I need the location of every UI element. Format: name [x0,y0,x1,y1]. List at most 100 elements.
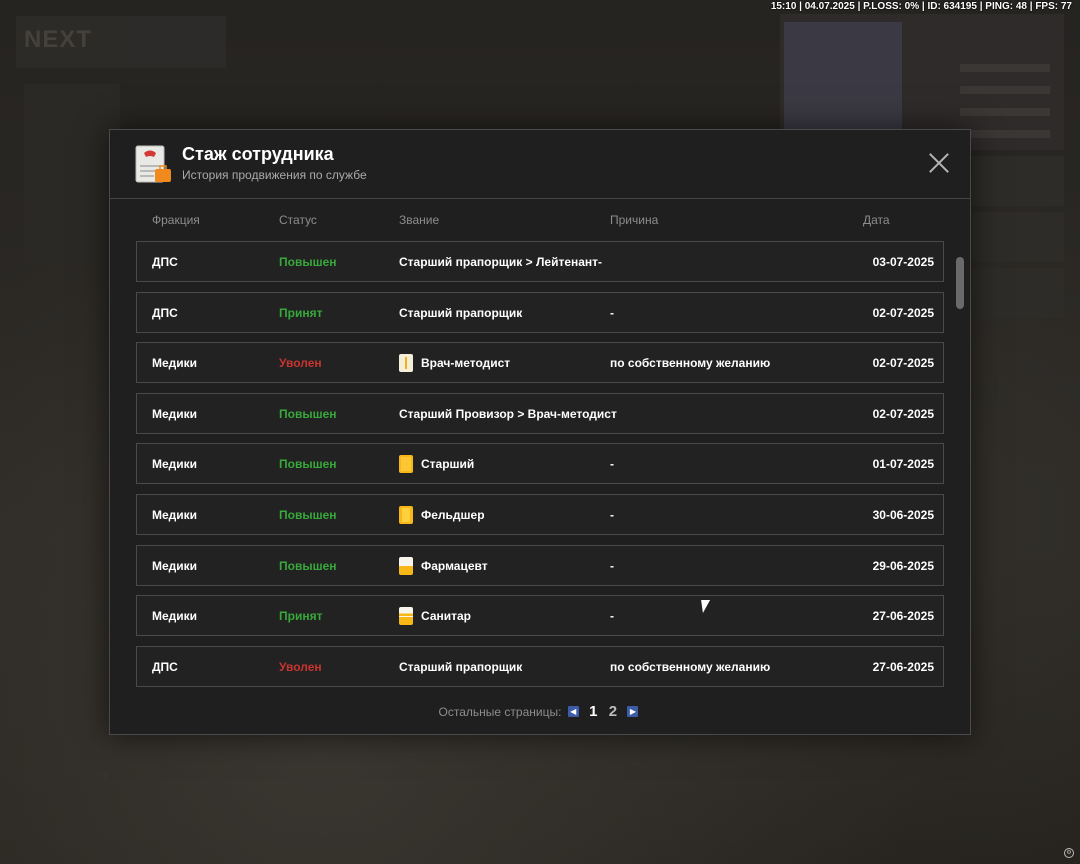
table-row[interactable]: ДПС Уволен Старший прапорщик по собственном… [136,645,944,687]
hud-portrait [784,22,902,142]
hud-panel [972,212,1064,262]
row-reason: - [610,508,614,522]
row-date: 27-06-2025 [872,609,934,624]
row-status: Уволен [279,356,322,371]
service-history-modal: Стаж сотрудника История продвижения по с… [109,129,971,735]
settings-gear-icon[interactable]: ⚙ [1064,848,1074,858]
row-rank: Старший прапорщик [399,658,522,676]
orderly-rank-icon [399,607,413,626]
row-rank: Старший Провизор > Врач-методист [399,405,617,423]
column-header-rank: Звание [399,213,440,227]
hud-panel [972,156,1064,206]
table-row[interactable]: Медики Повышен Старший - 01-07-2025 [136,443,944,485]
row-rank: Фармацевт [399,556,488,575]
hud-stat-bar [960,108,1050,116]
row-rank-text: Санитар [421,609,471,624]
row-status: Повышен [279,457,337,472]
server-logo: NEXT [16,16,226,68]
row-reason: - [610,609,614,624]
senior-rank-icon [399,455,413,474]
pagination: Остальные страницы: ◀ 1 2 ▶ [110,703,970,721]
table-row[interactable]: Медики Повышен Фельдшер - 30-06-2025 [136,494,944,535]
close-icon[interactable] [928,152,950,174]
table-row[interactable]: Медики Повышен Фармацевт - 29-06-2025 [136,544,944,586]
column-header-faction: Фракция [152,213,200,227]
history-table[interactable]: ДПС Повышен Старший прапорщик > Лейтенант-… [136,241,944,687]
hud-stat-bar [960,130,1050,138]
modal-title: Стаж сотрудника [182,144,334,164]
column-header-reason: Причина [610,213,659,227]
row-date: 01-07-2025 [872,457,934,472]
row-rank-text: Фельдшер [421,508,485,522]
pharmacist-rank-icon [399,556,413,575]
column-header-status: Статус [279,213,317,227]
table-header: Фракция Статус Звание Причина Дата [136,213,944,229]
chat-panel [24,84,120,264]
row-status: Повышен [279,406,337,421]
next-page-icon[interactable]: ▶ [627,706,639,717]
hud-stat-bar [960,86,1050,94]
table-row[interactable]: ДПС Принят Старший прапорщик - 02-07-2025 [136,291,944,333]
row-date: 27-06-2025 [872,659,934,674]
row-rank: Санитар [399,607,471,626]
status-line: 15:10 | 04.07.2025 | P.LOSS: 0% | ID: 63… [770,1,1072,12]
row-rank-text: Старший Провизор > Врач-методист [399,406,617,421]
row-reason: - [610,558,614,573]
prev-page-icon[interactable]: ◀ [567,706,579,717]
column-header-date: Дата [863,213,890,227]
row-status: Повышен [279,558,337,573]
row-date: 29-06-2025 [872,558,934,573]
row-faction: Медики [152,558,198,573]
row-rank: Старший [399,455,475,474]
feldsher-rank-icon [399,506,413,524]
doctor-rank-icon [399,354,413,373]
logo-mark: NEXT [24,26,93,53]
table-row[interactable]: Медики Уволен Врач-методист по собственному… [136,342,944,384]
row-rank: Старший прапорщик > Лейтенант- [399,253,602,271]
row-rank: Старший прапорщик [399,304,522,322]
row-status: Принят [279,609,323,624]
row-rank-text: Фармацевт [421,558,488,573]
page-number-current[interactable]: 1 [589,703,597,720]
pagination-label: Остальные страницы: [438,704,562,719]
page-number[interactable]: 2 [609,703,617,720]
hud-stat-bar [960,64,1050,72]
row-faction: Медики [152,406,198,421]
table-scrollbar[interactable] [956,257,964,309]
row-faction: Медики [152,457,198,472]
row-faction: Медики [152,356,198,371]
row-faction: Медики [152,508,198,522]
row-date: 02-07-2025 [872,356,934,371]
row-date: 30-06-2025 [872,508,934,522]
modal-header: Стаж сотрудника История продвижения по с… [110,130,970,199]
table-row[interactable]: Медики Повышен Старший Провизор > Врач-мет… [136,392,944,434]
row-faction: Медики [152,609,198,624]
row-faction: ДПС [152,659,178,674]
row-status: Повышен [279,508,337,522]
row-date: 02-07-2025 [872,406,934,421]
table-row[interactable]: Медики Принят Санитар - 27-06-2025 [136,595,944,637]
row-status: Принят [279,305,323,320]
row-faction: ДПС [152,255,178,269]
row-rank: Врач-методист [399,354,511,373]
row-date: 02-07-2025 [872,305,934,320]
row-rank-text: Старший прапорщик > Лейтенант- [399,255,603,269]
row-date: 03-07-2025 [872,255,934,269]
modal-subtitle: История продвижения по службе [182,168,367,182]
row-rank-text: Старший [421,457,475,472]
row-rank-text: Старший прапорщик [399,659,523,674]
row-reason: - [610,457,614,472]
row-status: Повышен [279,255,337,269]
row-status: Уволен [279,659,322,674]
row-rank-text: Врач-методист [421,356,511,371]
row-faction: ДПС [152,305,178,320]
row-reason: - [610,305,614,320]
row-rank-text: Старший прапорщик [399,305,523,320]
mouse-cursor-icon [701,600,712,613]
hud-panel [972,268,1064,318]
row-reason: по собственному желанию [610,659,771,674]
row-reason: по собственному желанию [610,356,771,371]
table-row[interactable]: ДПС Повышен Старший прапорщик > Лейтенант-… [136,241,944,282]
document-icon [135,145,171,183]
row-rank: Фельдшер [399,506,485,524]
